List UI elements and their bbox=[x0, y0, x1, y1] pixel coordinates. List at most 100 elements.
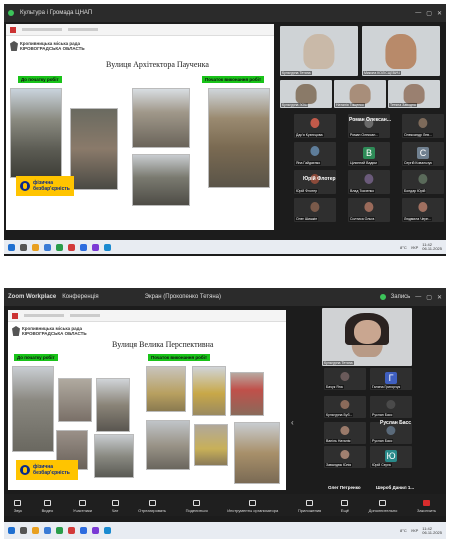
search-icon[interactable] bbox=[20, 527, 27, 534]
participant-tile[interactable]: Культурна Тетяна bbox=[280, 26, 358, 76]
maximize-button[interactable]: ▢ bbox=[426, 294, 432, 301]
participant-name: Завалдюк Юлія bbox=[325, 463, 353, 467]
minimize-button[interactable]: — bbox=[415, 294, 421, 300]
telegram-icon[interactable] bbox=[104, 527, 111, 534]
photo-before-3 bbox=[132, 88, 190, 148]
file-explorer-icon[interactable] bbox=[32, 243, 39, 251]
participant-tile[interactable]: Солтиса Ольга bbox=[348, 198, 390, 222]
maximize-button[interactable]: ▢ bbox=[426, 10, 432, 17]
toolbar-button[interactable]: Инструменты организатора bbox=[227, 500, 278, 513]
toolbar-button[interactable]: Закончить bbox=[417, 500, 436, 513]
security-shield-icon[interactable] bbox=[379, 294, 386, 300]
bookmark-bar bbox=[70, 314, 100, 317]
whatsapp-icon[interactable] bbox=[56, 527, 63, 534]
windows-start-icon[interactable] bbox=[8, 243, 15, 251]
participant-tile[interactable]: Г Галина Григорчук bbox=[370, 368, 412, 390]
record-label[interactable]: Запись bbox=[391, 294, 411, 300]
windows-start-icon[interactable] bbox=[8, 527, 15, 534]
participant-tile[interactable]: Бондар Юрій bbox=[402, 170, 444, 194]
slide-title: Вулиця Архітектора Паученка bbox=[106, 60, 209, 69]
whatsapp-icon[interactable] bbox=[56, 243, 63, 251]
toolbar-label: Поделиться bbox=[185, 508, 208, 513]
avatar bbox=[418, 117, 428, 129]
avatar bbox=[385, 33, 417, 69]
close-button[interactable]: ✕ bbox=[437, 10, 442, 17]
input-language[interactable]: УКР bbox=[411, 528, 419, 533]
browser-tab[interactable]: Культура і Громада ЦНАП bbox=[20, 10, 92, 16]
avatar bbox=[295, 84, 317, 104]
participant-tile[interactable]: С Сергій Ковальчук bbox=[402, 142, 444, 166]
participant-tile[interactable]: Ваніль Наталія bbox=[324, 422, 366, 444]
avatar bbox=[340, 449, 350, 460]
participant-tile[interactable]: Дар'я Кузнєцова bbox=[294, 114, 336, 138]
participant-tile[interactable]: Юрій Флотер bbox=[294, 170, 336, 194]
telegram-icon[interactable] bbox=[104, 243, 111, 251]
toolbar-button[interactable]: Чат bbox=[111, 500, 119, 513]
participant-tile[interactable]: Бачук Яна bbox=[324, 368, 366, 390]
speaker-video-tile: Культурна Тетяна bbox=[322, 308, 412, 366]
toolbar-button[interactable]: Отреагировать bbox=[138, 500, 166, 513]
participant-tile[interactable]: Яна Гайдаєнко bbox=[294, 142, 336, 166]
close-button[interactable]: ✕ bbox=[437, 294, 442, 301]
screen-share-label: Экран (Прокопенко Тетяна) bbox=[144, 294, 221, 300]
photo-before-5 bbox=[94, 434, 134, 478]
minimize-button[interactable]: — bbox=[415, 10, 421, 16]
toolbar-icon bbox=[43, 500, 51, 506]
photo-after-1 bbox=[146, 366, 186, 412]
toolbar-button[interactable]: Участники bbox=[73, 500, 92, 513]
file-explorer-icon[interactable] bbox=[32, 527, 39, 534]
participant-tile[interactable]: Ю Юрій Серга bbox=[370, 446, 412, 468]
slide-browser-header bbox=[8, 310, 286, 322]
browser-icon[interactable] bbox=[44, 243, 51, 251]
participant-tile[interactable]: Руслан Басс bbox=[370, 396, 412, 418]
participant-tile[interactable]: Культурна Буб... bbox=[324, 396, 366, 418]
tag-before: До початку робіт bbox=[14, 354, 58, 361]
participant-name: Людмила Черн... bbox=[403, 217, 433, 221]
participant-tile[interactable]: Олександр Лев... bbox=[402, 114, 444, 138]
participant-tile[interactable]: Тетяна Заводна bbox=[388, 80, 440, 108]
toolbar-button[interactable]: Звук bbox=[14, 500, 22, 513]
app-icon[interactable] bbox=[92, 527, 99, 534]
badge-line-2: безбар'єрність bbox=[33, 470, 70, 476]
toolbar-button[interactable]: Приложения bbox=[298, 500, 321, 513]
participant-name-label: Шероб Данил 1... bbox=[376, 485, 415, 490]
chrome-icon[interactable] bbox=[68, 527, 75, 534]
participant-tile[interactable]: Культурна ЗОШ bbox=[280, 80, 332, 108]
org-name: Кропивницька міська рада КІРОВОГРАДСЬКА … bbox=[20, 41, 85, 51]
avatar bbox=[310, 201, 320, 213]
conference-tab[interactable]: Конференція bbox=[62, 294, 98, 300]
participant-tile[interactable]: Завалдюк Юлія bbox=[324, 446, 366, 468]
toolbar-label: Приложения bbox=[297, 508, 322, 513]
toolbar-label: Инструменты организатора bbox=[227, 508, 279, 513]
participant-tile[interactable]: Микола КОЛІСЦЕВИЧ bbox=[362, 26, 440, 76]
participant-name: Руслан Басс bbox=[371, 413, 394, 417]
screenshot-zoom-2: Zoom Workplace Конференція Экран (Прокоп… bbox=[4, 288, 446, 539]
browser-icon[interactable] bbox=[44, 527, 51, 534]
chrome-icon[interactable] bbox=[68, 243, 75, 251]
participant-tile[interactable]: Олег Шишкін bbox=[294, 198, 336, 222]
zoom-icon[interactable] bbox=[80, 527, 87, 534]
toolbar-button[interactable]: Дополнительно bbox=[369, 500, 397, 513]
participant-tile[interactable]: Людмила Черн... bbox=[402, 198, 444, 222]
coat-of-arms-icon bbox=[10, 41, 18, 51]
participant-tile[interactable]: В Цілинний Вадим bbox=[348, 142, 390, 166]
app-icon[interactable] bbox=[92, 243, 99, 251]
participant-tile[interactable]: Влад Ткаченко bbox=[348, 170, 390, 194]
toolbar-button[interactable]: Видео bbox=[42, 500, 53, 513]
participant-name: Юрій Серга bbox=[371, 463, 392, 467]
input-language[interactable]: УКР bbox=[411, 245, 419, 250]
photo-after-3 bbox=[230, 372, 264, 416]
avatar-letter: Г bbox=[385, 372, 397, 385]
participant-name: Олег Шишкін bbox=[295, 217, 319, 221]
participant-name: Руслан Басс bbox=[371, 439, 394, 443]
participant-tile[interactable]: Наталія Тищенко bbox=[334, 80, 386, 108]
search-icon[interactable] bbox=[20, 243, 27, 251]
toolbar-button[interactable]: Поделиться bbox=[186, 500, 208, 513]
toolbar-icon bbox=[379, 500, 387, 506]
browser-icon bbox=[10, 26, 16, 33]
participant-name: Роман Олексан... bbox=[349, 133, 380, 137]
toolbar-button[interactable]: Ещё bbox=[341, 500, 349, 513]
collapse-sidebar-arrow-icon[interactable]: ‹ bbox=[291, 418, 294, 427]
window-topbar: Культура і Громада ЦНАП — ▢ ✕ bbox=[4, 4, 446, 22]
zoom-icon[interactable] bbox=[80, 243, 87, 251]
